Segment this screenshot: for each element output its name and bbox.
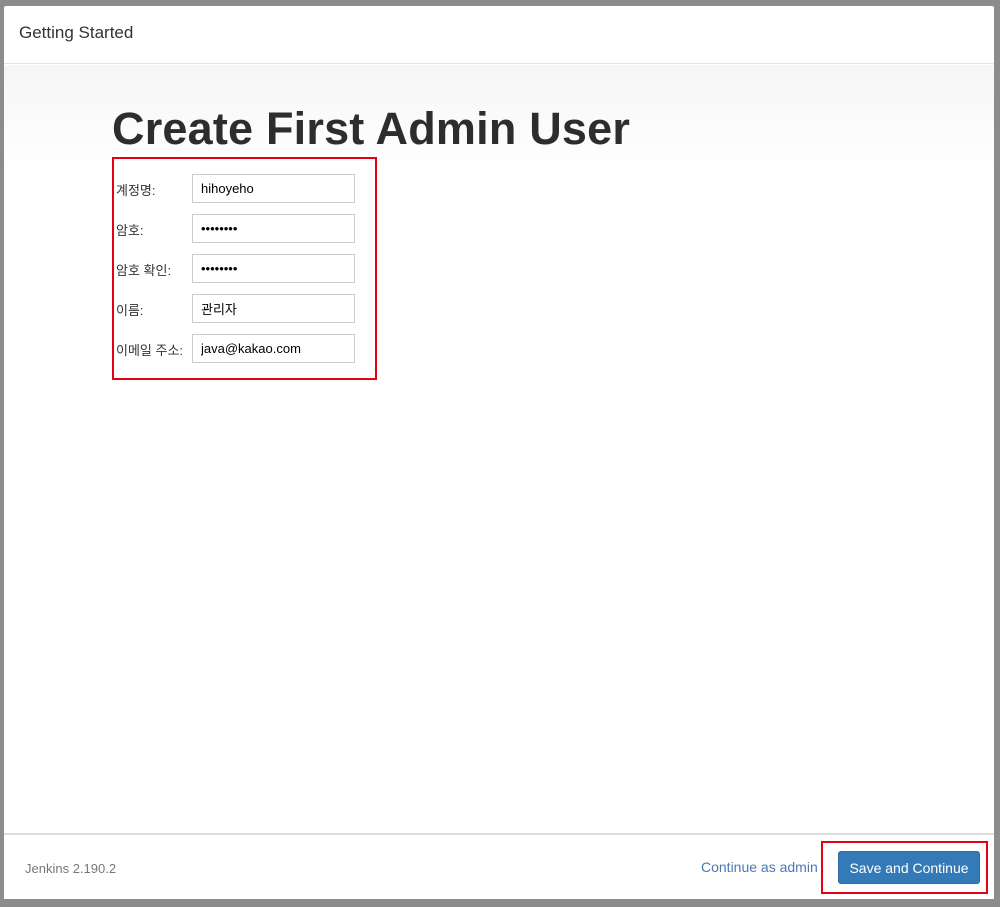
form-row-password: 암호: [114,214,375,244]
password-label: 암호: [116,223,144,238]
dialog-footer: Jenkins 2.190.2 Continue as admin Save a… [4,833,994,899]
form-row-password-confirm: 암호 확인: [114,254,375,284]
save-and-continue-button[interactable]: Save and Continue [838,851,980,884]
username-input[interactable] [192,174,355,203]
continue-as-admin-link[interactable]: Continue as admin [701,859,818,875]
password-input[interactable] [192,214,355,243]
form-row-username: 계정명: [114,174,375,204]
dialog-header: Getting Started [4,6,994,64]
fullname-label: 이름: [116,303,144,318]
form-row-email: 이메일 주소: [114,334,375,364]
username-label: 계정명: [116,183,156,198]
password-confirm-label: 암호 확인: [116,263,172,278]
form-row-fullname: 이름: [114,294,375,324]
admin-user-form: 계정명: 암호: 암호 확인: 이름: 이메일 주소: [112,157,377,380]
setup-dialog: Getting Started Create First Admin User … [4,6,994,899]
email-input[interactable] [192,334,355,363]
dialog-body: Create First Admin User 계정명: 암호: 암호 확인: … [4,65,994,833]
dialog-title: Getting Started [19,23,134,42]
version-label: Jenkins 2.190.2 [25,861,117,876]
email-label: 이메일 주소: [116,343,184,358]
fullname-input[interactable] [192,294,355,323]
page-title: Create First Admin User [112,103,631,154]
password-confirm-input[interactable] [192,254,355,283]
